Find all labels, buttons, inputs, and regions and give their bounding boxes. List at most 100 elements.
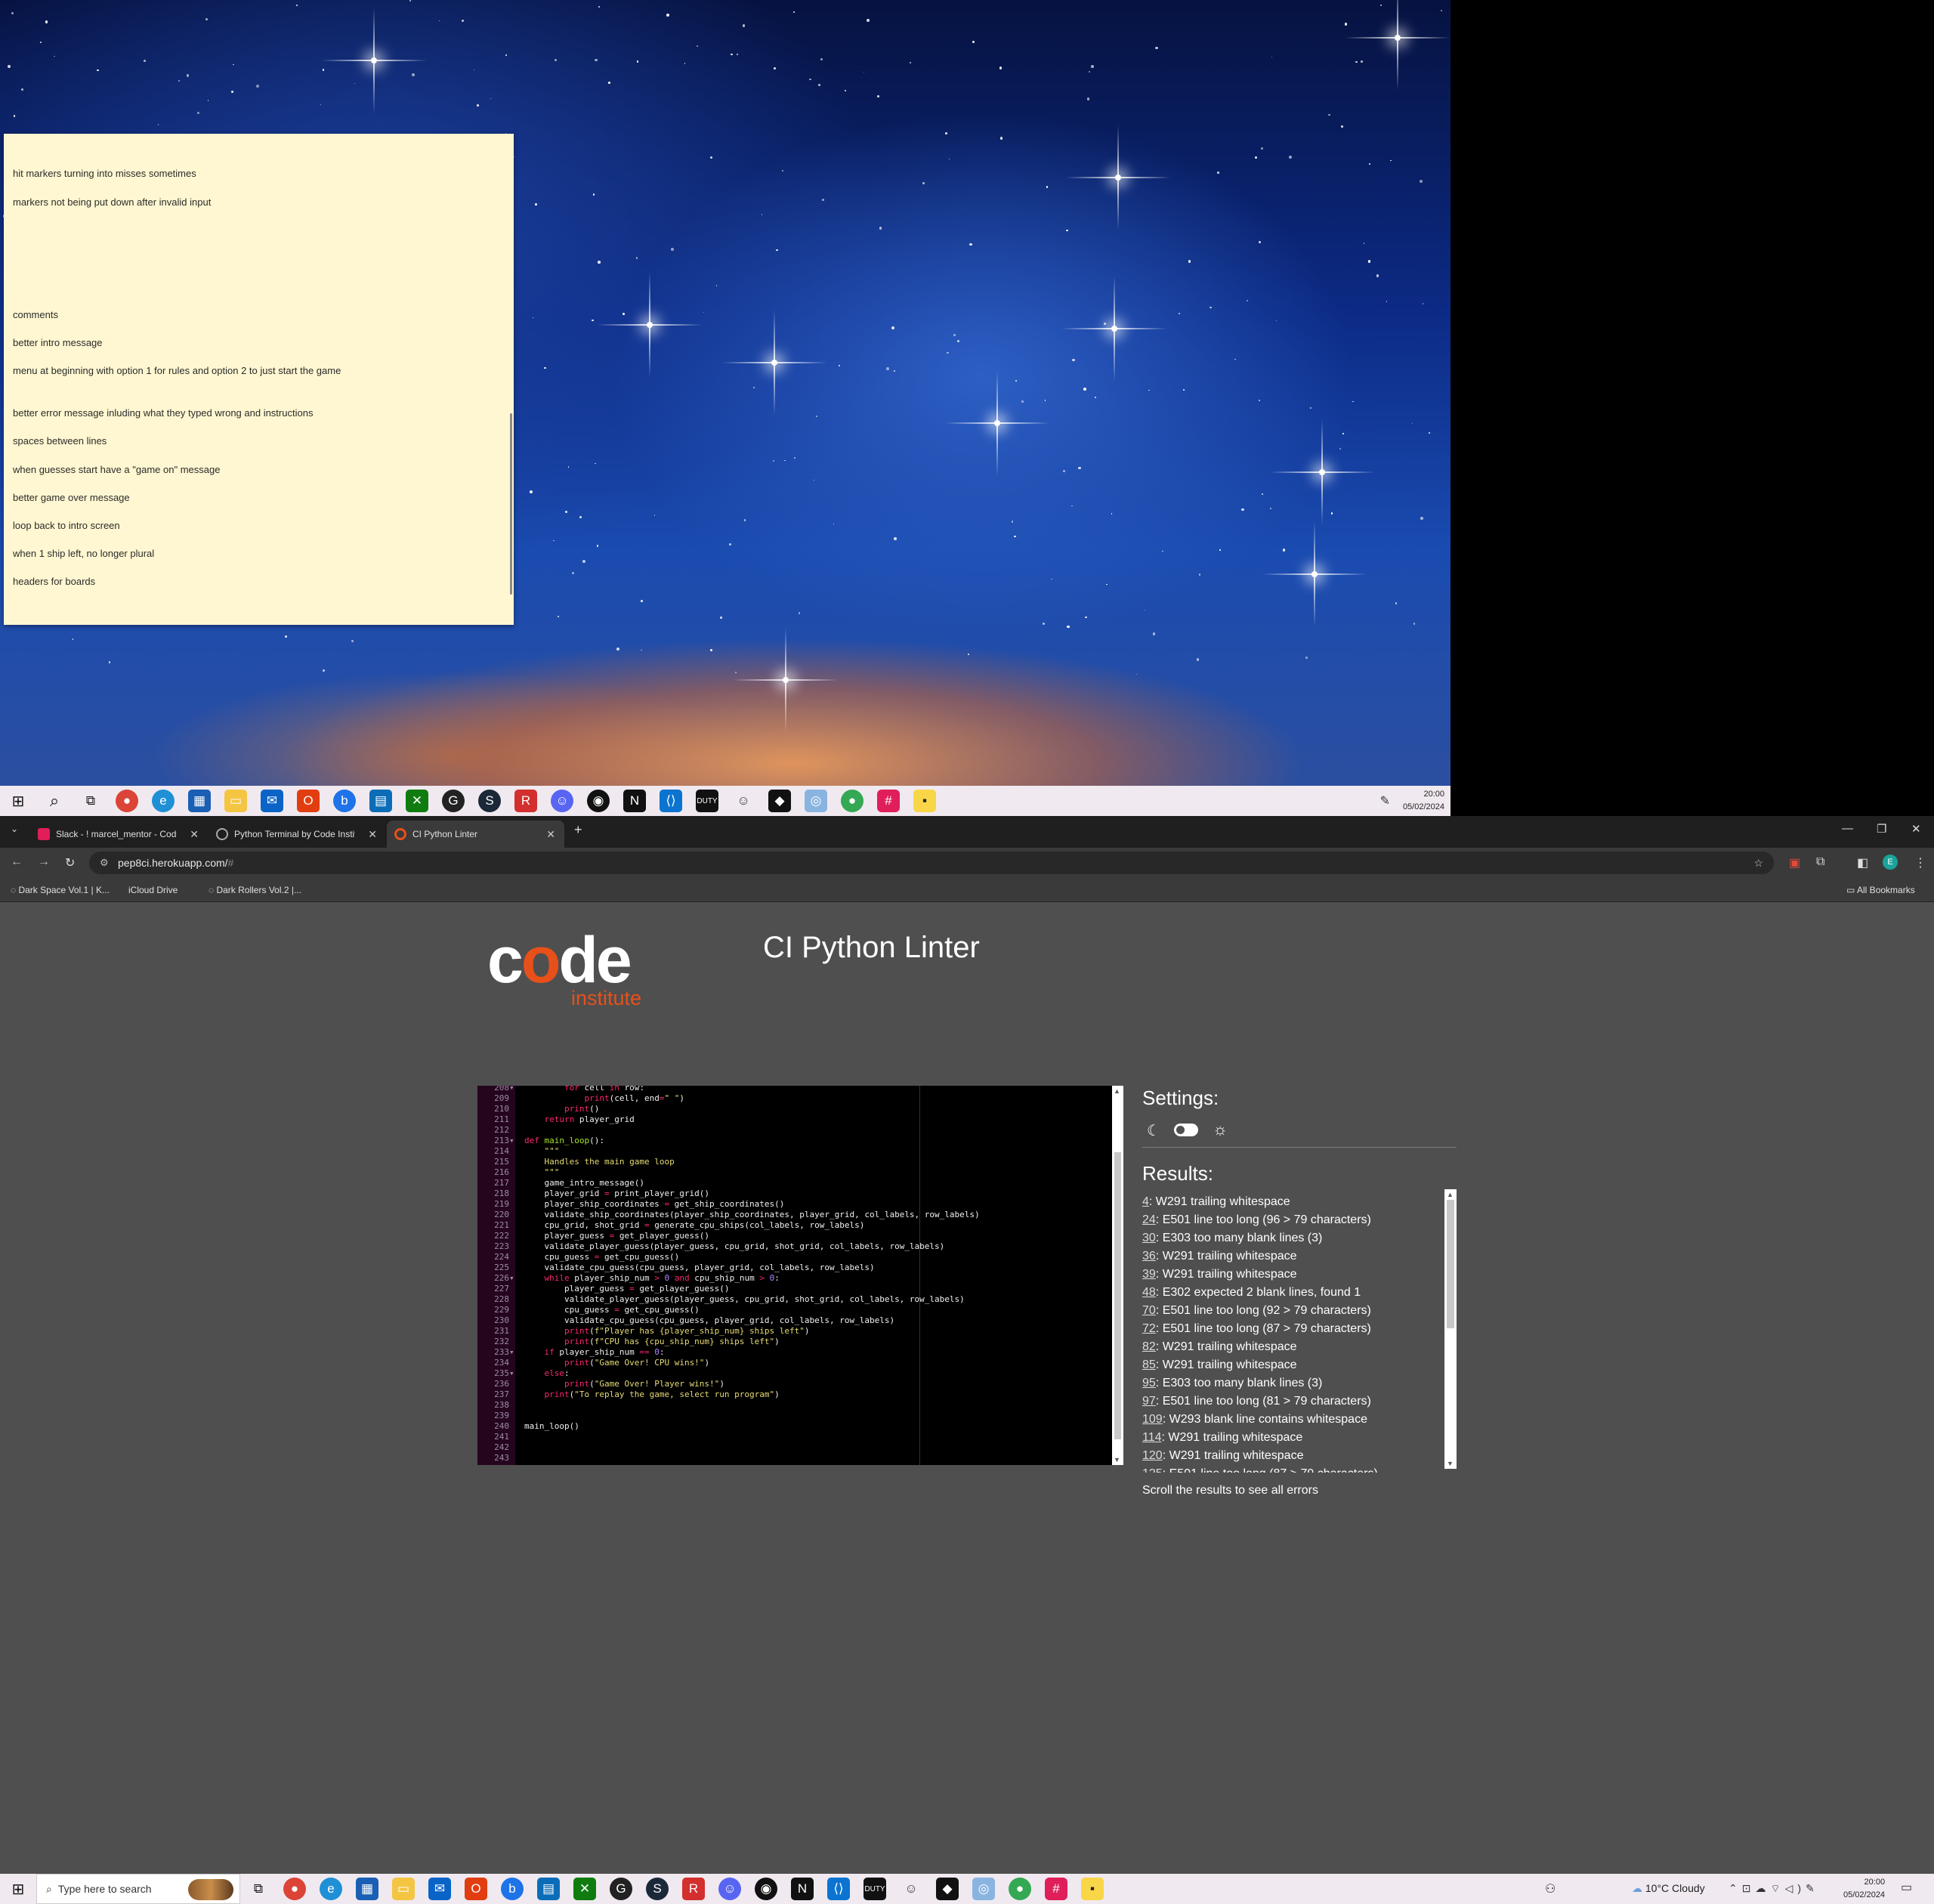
code-line[interactable]: 220 validate_ship_coordinates(player_shi… <box>477 1210 980 1220</box>
sticky-notes-icon[interactable]: ▪ <box>1081 1878 1104 1900</box>
code-line[interactable]: 236 print("Game Over! Player wins!") <box>477 1379 724 1389</box>
app-icon[interactable]: R <box>514 790 537 812</box>
store-icon[interactable]: ▦ <box>356 1878 378 1900</box>
app-icon[interactable]: G <box>610 1878 632 1900</box>
app-icon[interactable]: ◉ <box>587 790 610 812</box>
notification-icon[interactable]: ▭ <box>1901 1880 1919 1898</box>
scroll-up-icon[interactable]: ▲ <box>1114 1087 1120 1095</box>
chrome-icon[interactable]: ● <box>116 790 138 812</box>
slack-icon[interactable]: # <box>877 790 900 812</box>
tab-python-terminal[interactable]: Python Terminal by Code Institute ✕ <box>209 821 386 848</box>
code-line[interactable]: 240 main_loop() <box>477 1421 579 1432</box>
fold-toggle-icon[interactable]: ▾ <box>509 1136 515 1146</box>
result-line-link[interactable]: 30 <box>1142 1232 1156 1244</box>
code-line[interactable]: 237 print("To replay the game, select ru… <box>477 1389 780 1400</box>
restore-button[interactable]: ❐ <box>1877 822 1886 836</box>
code-line[interactable]: 213▾ def main_loop(): <box>477 1136 604 1146</box>
search-icon[interactable]: ⌕ <box>43 790 66 812</box>
fold-toggle-icon[interactable]: ▾ <box>509 1273 515 1284</box>
sticky-note-line[interactable]: loop back to intro screen <box>13 520 120 531</box>
sticky-note-scrollbar[interactable] <box>510 413 512 595</box>
reload-button[interactable]: ↻ <box>65 855 75 870</box>
close-window-button[interactable]: ✕ <box>1911 822 1921 836</box>
app-icon[interactable]: N <box>623 790 646 812</box>
result-line-link[interactable]: 72 <box>1142 1322 1156 1335</box>
theme-toggle[interactable] <box>1174 1124 1198 1136</box>
slack-icon[interactable]: # <box>1045 1878 1067 1900</box>
code-line[interactable]: 210 print() <box>477 1104 599 1114</box>
discord-icon[interactable]: ☺ <box>718 1878 741 1900</box>
taskbar-clock[interactable]: 20:00 05/02/2024 <box>1403 788 1444 814</box>
sticky-note-line[interactable]: better game over message <box>13 492 130 503</box>
file-explorer-icon[interactable]: ▭ <box>392 1878 415 1900</box>
office-icon[interactable]: O <box>465 1878 487 1900</box>
pen-icon[interactable]: ✎ <box>1380 793 1390 808</box>
code-line[interactable]: 216 """ <box>477 1167 559 1178</box>
code-line[interactable]: 224 cpu_guess = get_cpu_guess() <box>477 1252 679 1263</box>
editor-scrollbar[interactable]: ▲ ▼ <box>1112 1086 1123 1465</box>
mail-icon[interactable]: ✉ <box>261 790 283 812</box>
close-tab-icon[interactable]: ✕ <box>190 828 199 841</box>
result-line-link[interactable]: 95 <box>1142 1377 1156 1389</box>
app-icon[interactable]: ▤ <box>369 790 392 812</box>
sticky-note-line[interactable]: markers not being put down after invalid… <box>13 196 211 208</box>
result-line-link[interactable]: 120 <box>1142 1449 1163 1462</box>
sticky-note-line[interactable]: when 1 ship left, no longer plural <box>13 548 154 559</box>
result-line-link[interactable]: 109 <box>1142 1413 1163 1426</box>
bookmark-dark-space[interactable]: ◌ Dark Space Vol.1 | K... <box>11 885 110 895</box>
code-line[interactable]: 225 validate_cpu_guess(cpu_guess, player… <box>477 1263 874 1273</box>
chrome-icon[interactable]: ● <box>283 1878 306 1900</box>
scroll-down-icon[interactable]: ▼ <box>1447 1460 1454 1467</box>
app-icon[interactable]: ◆ <box>936 1878 959 1900</box>
bookmark-icloud[interactable]: iCloud Drive <box>128 885 178 895</box>
app-icon[interactable]: G <box>442 790 465 812</box>
task-view-icon[interactable]: ⧉ <box>79 790 102 812</box>
result-line-link[interactable]: 24 <box>1142 1213 1156 1226</box>
edge-icon[interactable]: e <box>152 790 175 812</box>
extensions-puzzle-icon[interactable]: ⧉ <box>1816 855 1824 869</box>
side-panel-icon[interactable]: ◧ <box>1857 855 1868 870</box>
all-bookmarks-button[interactable]: ▭ All Bookmarks <box>1846 885 1915 895</box>
app-icon[interactable]: ▤ <box>537 1878 560 1900</box>
close-tab-icon[interactable]: ✕ <box>546 828 555 841</box>
code-line[interactable]: 209 print(cell, end=" ") <box>477 1093 684 1104</box>
bing-icon[interactable]: b <box>333 790 356 812</box>
tab-slack[interactable]: Slack - ! marcel_mentor - Code Institute… <box>30 821 208 848</box>
code-line[interactable]: 218 player_grid = print_player_grid() <box>477 1188 709 1199</box>
code-line[interactable]: 243 <box>477 1453 524 1464</box>
app-icon[interactable]: ◎ <box>805 790 827 812</box>
bookmark-dark-rollers[interactable]: ◌ Dark Rollers Vol.2 |... <box>209 885 301 895</box>
app-icon[interactable]: ☺ <box>732 790 755 812</box>
app-icon[interactable]: ◉ <box>755 1878 777 1900</box>
bookmark-star-icon[interactable]: ☆ <box>1753 852 1763 874</box>
sticky-note-line[interactable]: headers for boards <box>13 576 95 587</box>
sticky-note-line[interactable]: menu at beginning with option 1 for rule… <box>13 365 341 376</box>
app-icon[interactable]: N <box>791 1878 814 1900</box>
results-list[interactable]: 4: W291 trailing whitespace 24: E501 line… <box>1142 1193 1457 1473</box>
code-line[interactable]: 235▾ else: <box>477 1368 570 1379</box>
code-line[interactable]: 217 game_intro_message() <box>477 1178 644 1188</box>
app-icon[interactable]: DUTY <box>696 790 718 812</box>
result-line-link[interactable]: 39 <box>1142 1268 1156 1281</box>
fold-toggle-icon[interactable]: ▾ <box>509 1086 515 1093</box>
code-line[interactable]: 222 player_guess = get_player_guess() <box>477 1231 709 1241</box>
discord-icon[interactable]: ☺ <box>551 790 573 812</box>
code-line[interactable]: 221 cpu_grid, shot_grid = generate_cpu_s… <box>477 1220 864 1231</box>
code-line[interactable]: 212 <box>477 1125 524 1136</box>
extension-icon[interactable]: ▣ <box>1789 855 1800 870</box>
scroll-down-icon[interactable]: ▼ <box>1114 1456 1120 1464</box>
scroll-up-icon[interactable]: ▲ <box>1447 1191 1454 1198</box>
office-icon[interactable]: O <box>297 790 320 812</box>
code-line[interactable]: 229 cpu_guess = get_cpu_guess() <box>477 1305 700 1315</box>
result-line-link[interactable]: 36 <box>1142 1250 1156 1263</box>
sticky-note[interactable]: hit markers turning into misses sometime… <box>4 134 514 625</box>
code-line[interactable]: 242 <box>477 1442 524 1453</box>
windows-start-icon[interactable]: ⊞ <box>7 790 29 812</box>
system-tray[interactable]: ⌃⊡☁⌔◁)✎ <box>1729 1882 1819 1896</box>
result-line-link[interactable]: 97 <box>1142 1395 1156 1408</box>
steam-icon[interactable]: S <box>646 1878 669 1900</box>
app-icon[interactable]: R <box>682 1878 705 1900</box>
xbox-icon[interactable]: ✕ <box>573 1878 596 1900</box>
code-line[interactable]: 214 """ <box>477 1146 559 1157</box>
app-icon[interactable]: ◎ <box>972 1878 995 1900</box>
